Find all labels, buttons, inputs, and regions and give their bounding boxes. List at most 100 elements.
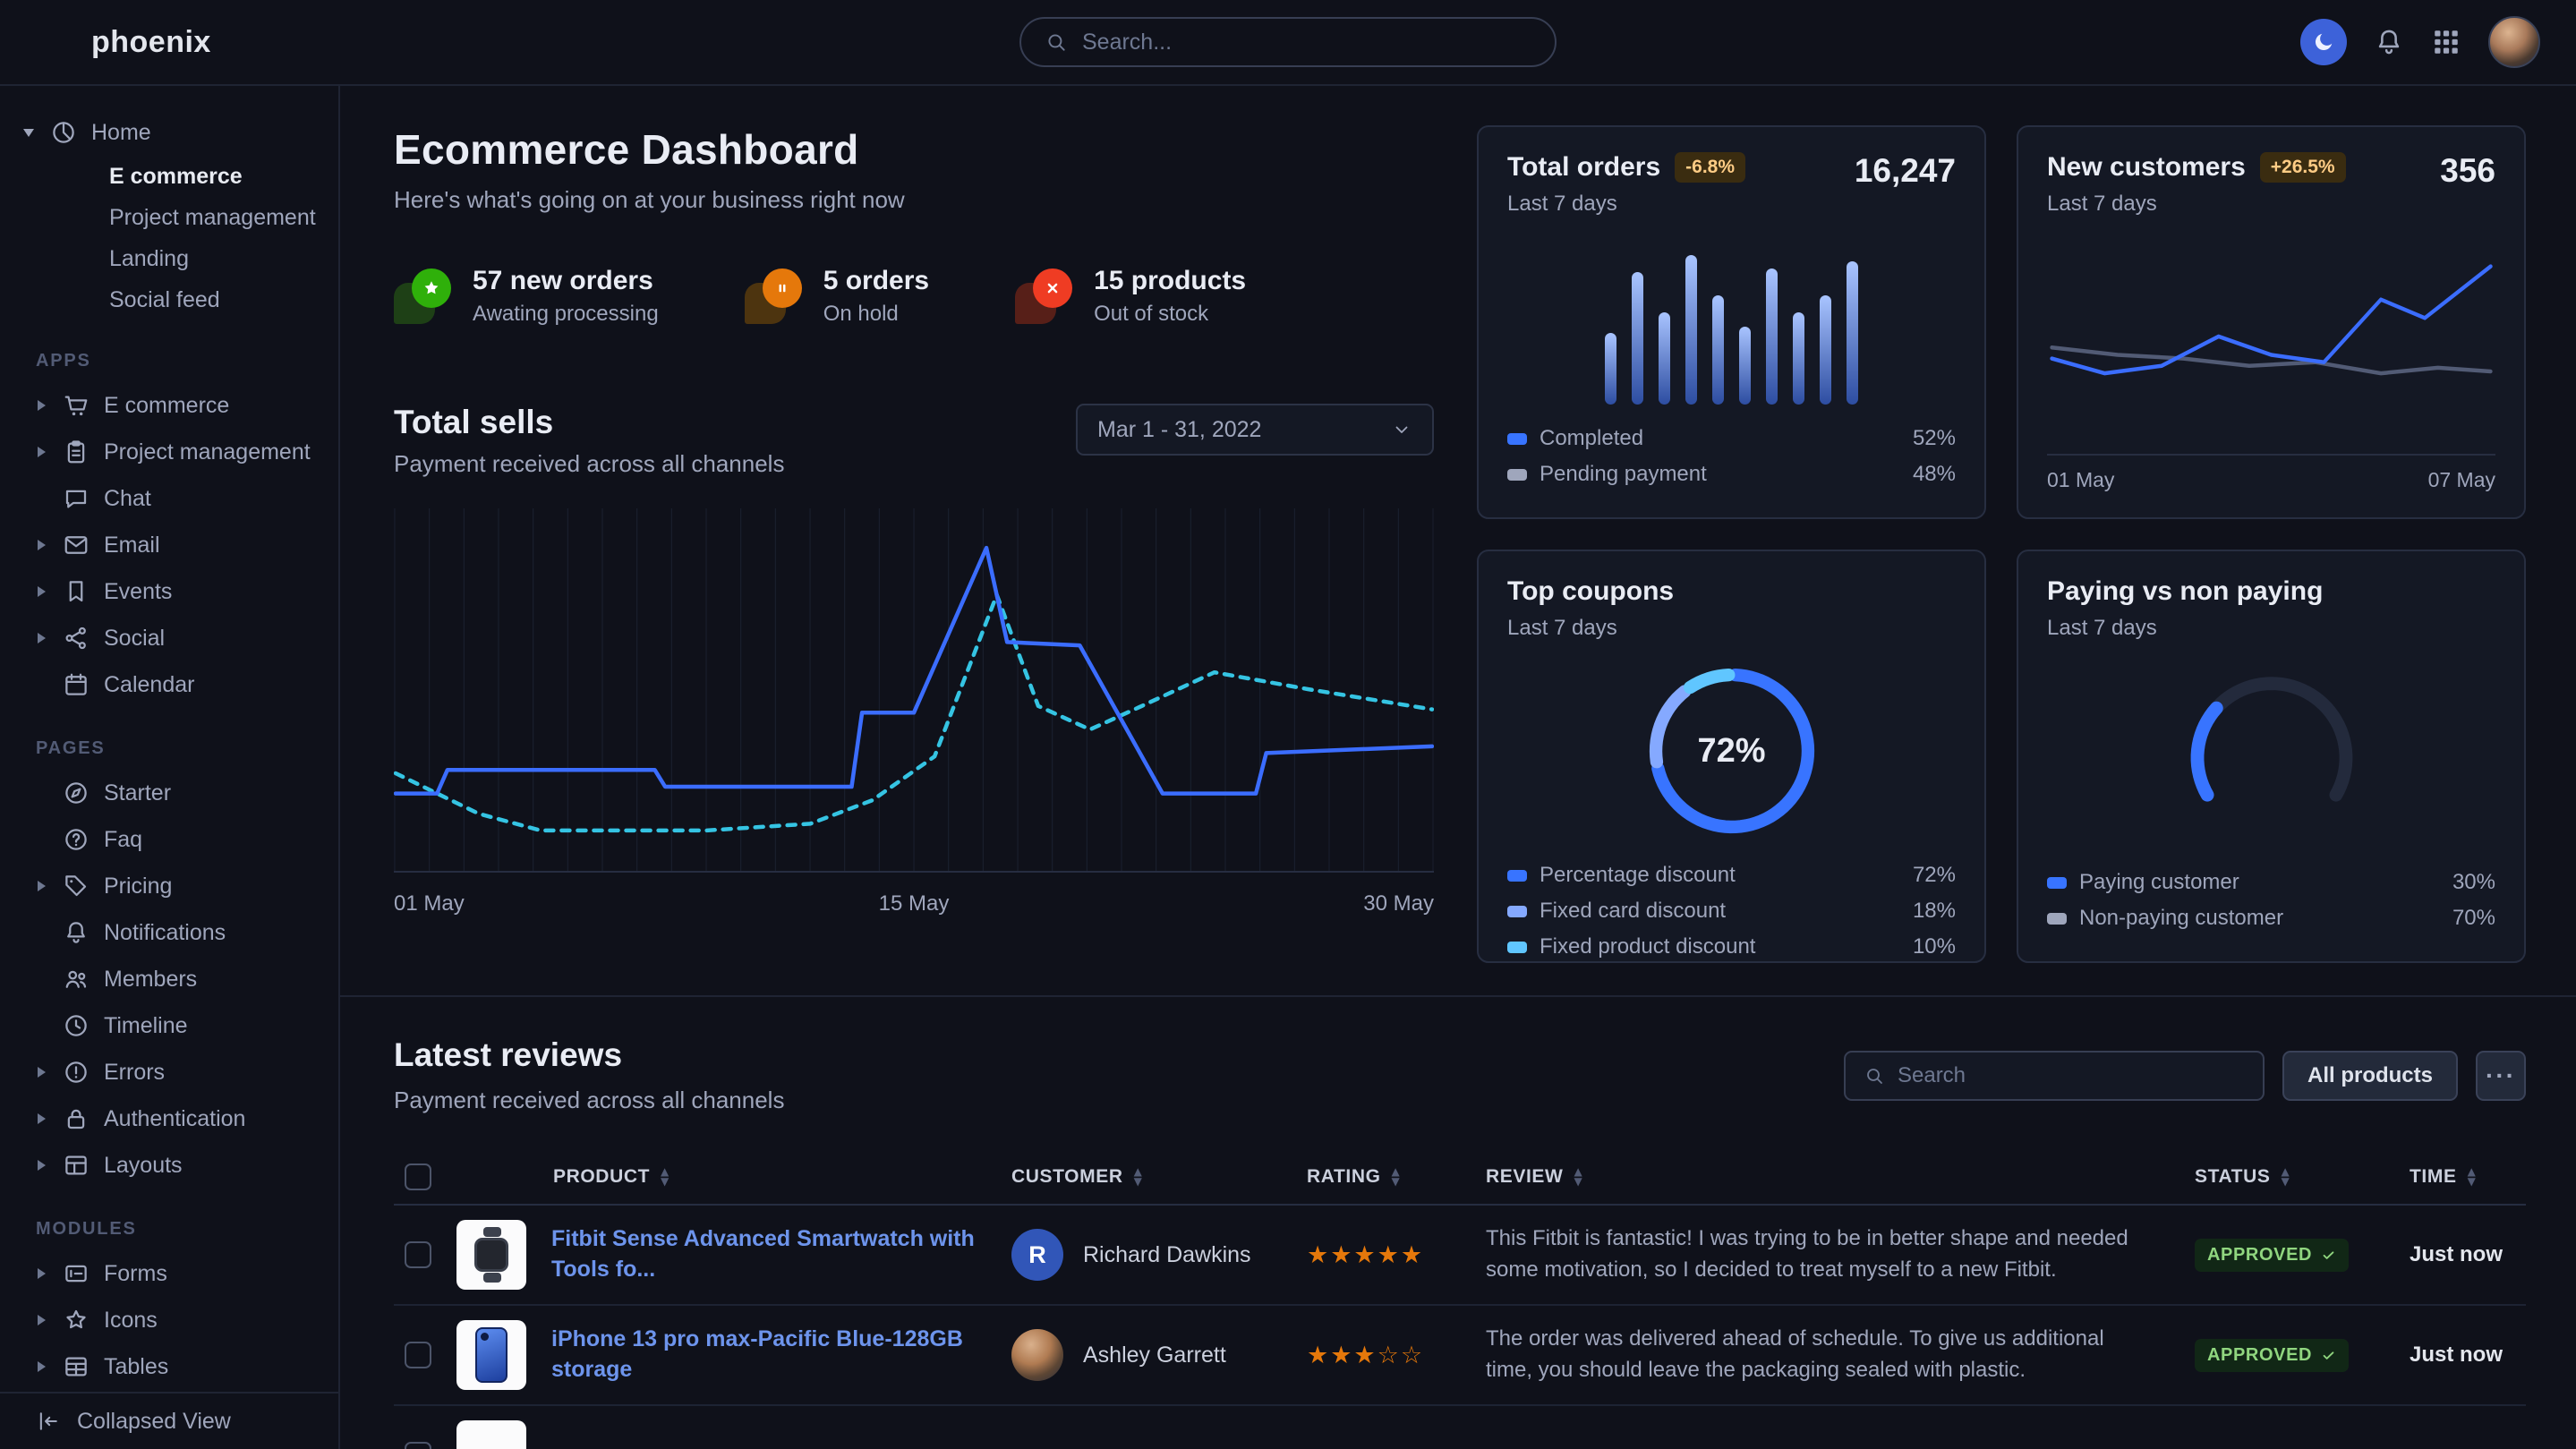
error-icon xyxy=(63,1059,90,1086)
column-header-status[interactable]: STATUS xyxy=(2195,1166,2410,1188)
sidebar-subitem-social-feed[interactable]: Social feed xyxy=(0,279,338,320)
legend-value: 52% xyxy=(1913,426,1956,451)
sidebar-item-calendar[interactable]: Calendar xyxy=(0,661,338,708)
sidebar-item-errors[interactable]: Errors xyxy=(0,1049,338,1095)
product-link[interactable]: Fitbit Sense Advanced Smartwatch with To… xyxy=(551,1224,1011,1285)
product-link[interactable]: iPhone 13 pro max-Pacific Blue-128GB sto… xyxy=(551,1325,1011,1385)
navbar-actions xyxy=(2300,16,2540,68)
collapsed-view-toggle[interactable]: Collapsed View xyxy=(0,1392,338,1449)
date-range-select[interactable]: Mar 1 - 31, 2022 xyxy=(1076,404,1434,456)
column-header-time[interactable]: TIME xyxy=(2410,1166,2526,1188)
smartwatch-image xyxy=(474,1238,508,1272)
card-title: New customers xyxy=(2047,152,2246,183)
sidebar-item-members[interactable]: Members xyxy=(0,956,338,1002)
sidebar-item-pricing[interactable]: Pricing xyxy=(0,863,338,909)
sidebar-item-authentication[interactable]: Authentication xyxy=(0,1095,338,1142)
sidebar-subitem-project-management[interactable]: Project management xyxy=(0,197,338,238)
status-badge: APPROVED xyxy=(2195,1239,2349,1272)
row-checkbox[interactable] xyxy=(405,1442,431,1449)
sort-icon xyxy=(2281,1167,2290,1187)
sidebar-subitem-landing[interactable]: Landing xyxy=(0,238,338,279)
x-axis-labels: 01 May 07 May xyxy=(2047,454,2495,492)
caret-spacer xyxy=(34,925,48,940)
sidebar-item-tables[interactable]: Tables xyxy=(0,1343,338,1390)
legend-label: Pending payment xyxy=(1540,462,1707,487)
latest-reviews-section: Latest reviews Payment received across a… xyxy=(340,995,2576,1449)
legend-value: 70% xyxy=(2452,906,2495,931)
check-icon xyxy=(2321,1248,2336,1263)
notifications-button[interactable] xyxy=(2374,27,2404,57)
row-checkbox[interactable] xyxy=(405,1342,431,1368)
theme-toggle-button[interactable] xyxy=(2300,19,2347,65)
stars-filled: ★★★ xyxy=(1307,1342,1378,1369)
status-label: APPROVED xyxy=(2207,1345,2312,1366)
sidebar-item-layouts[interactable]: Layouts xyxy=(0,1142,338,1189)
sidebar-item-forms[interactable]: Forms xyxy=(0,1250,338,1297)
sidebar-item-events[interactable]: Events xyxy=(0,568,338,615)
bar xyxy=(1766,268,1778,405)
sidebar-item-label: Starter xyxy=(104,780,171,806)
column-header-review[interactable]: REVIEW xyxy=(1486,1166,2195,1188)
column-header-rating[interactable]: RATING xyxy=(1307,1166,1486,1188)
sidebar-item-label: Icons xyxy=(104,1308,158,1334)
sidebar-item-starter[interactable]: Starter xyxy=(0,770,338,816)
all-products-button[interactable]: All products xyxy=(2282,1051,2458,1101)
column-label: STATUS xyxy=(2195,1166,2270,1188)
sidebar-item-label: Members xyxy=(104,967,197,993)
sidebar-item-faq[interactable]: Faq xyxy=(0,816,338,863)
global-search[interactable] xyxy=(1019,17,1557,67)
bar xyxy=(1605,333,1616,405)
column-header-product[interactable]: PRODUCT xyxy=(456,1166,1011,1188)
status-badge: APPROVED xyxy=(2195,1339,2349,1372)
sidebar-subitem-ecommerce[interactable]: E commerce xyxy=(0,156,338,197)
caret-spacer xyxy=(34,832,48,847)
sidebar-item-notifications[interactable]: Notifications xyxy=(0,909,338,956)
caret-spacer xyxy=(34,678,48,692)
x-tick: 30 May xyxy=(1363,891,1434,916)
legend-swatch xyxy=(1507,906,1527,917)
sidebar-item-label: Forms xyxy=(104,1261,167,1287)
legend-swatch xyxy=(1507,870,1527,882)
column-label: PRODUCT xyxy=(553,1166,650,1188)
sidebar-item-icons[interactable]: Icons xyxy=(0,1297,338,1343)
sidebar-item-email[interactable]: Email xyxy=(0,522,338,568)
page-title: Ecommerce Dashboard xyxy=(394,125,1434,174)
brand[interactable]: phoenix xyxy=(36,21,211,63)
sidebar-item-home[interactable]: Home xyxy=(0,109,338,156)
column-header-customer[interactable]: CUSTOMER xyxy=(1011,1166,1307,1188)
stat-value: 57 new orders xyxy=(473,266,659,296)
more-options-button[interactable]: ··· xyxy=(2476,1051,2526,1101)
legend-swatch xyxy=(1507,469,1527,481)
apps-menu-button[interactable] xyxy=(2431,27,2461,57)
sidebar-item-chat[interactable]: Chat xyxy=(0,475,338,522)
select-all-checkbox[interactable] xyxy=(405,1163,431,1190)
legend-row: Completed52% xyxy=(1507,421,1956,456)
app-window: phoenix Home E commerce Project manageme… xyxy=(0,0,2576,1449)
reviews-search-input[interactable] xyxy=(1898,1063,2245,1088)
user-avatar[interactable] xyxy=(2488,16,2540,68)
column-label: REVIEW xyxy=(1486,1166,1563,1188)
calendar-icon xyxy=(63,671,90,698)
moon-icon xyxy=(2312,30,2335,54)
x-tick: 01 May xyxy=(394,891,465,916)
legend-value: 10% xyxy=(1913,934,1956,959)
brand-name: phoenix xyxy=(91,25,211,60)
dashboard-header-section: Ecommerce Dashboard Here's what's going … xyxy=(394,125,1434,963)
sidebar-item-timeline[interactable]: Timeline xyxy=(0,1002,338,1049)
global-search-input[interactable] xyxy=(1082,30,1531,55)
kpi-cards: Total orders -6.8% Last 7 days 16,247 Co… xyxy=(1477,125,2526,963)
customer-avatar xyxy=(1011,1329,1063,1381)
collapsed-view-label: Collapsed View xyxy=(77,1409,231,1435)
reviews-search[interactable] xyxy=(1844,1051,2265,1101)
sidebar-item-social[interactable]: Social xyxy=(0,615,338,661)
bar xyxy=(1659,312,1670,405)
sidebar: Home E commerce Project management Landi… xyxy=(0,86,340,1449)
sidebar-item-project-management-app[interactable]: Project management xyxy=(0,429,338,475)
legend-row: Paying customer30% xyxy=(2047,865,2495,900)
clipboard-icon xyxy=(63,439,90,465)
out-of-stock-icon xyxy=(1015,268,1072,324)
row-checkbox[interactable] xyxy=(405,1241,431,1268)
lock-icon xyxy=(63,1105,90,1132)
sidebar-item-ecommerce-app[interactable]: E commerce xyxy=(0,382,338,429)
reviews-toolbar: All products ··· xyxy=(1844,1051,2526,1101)
